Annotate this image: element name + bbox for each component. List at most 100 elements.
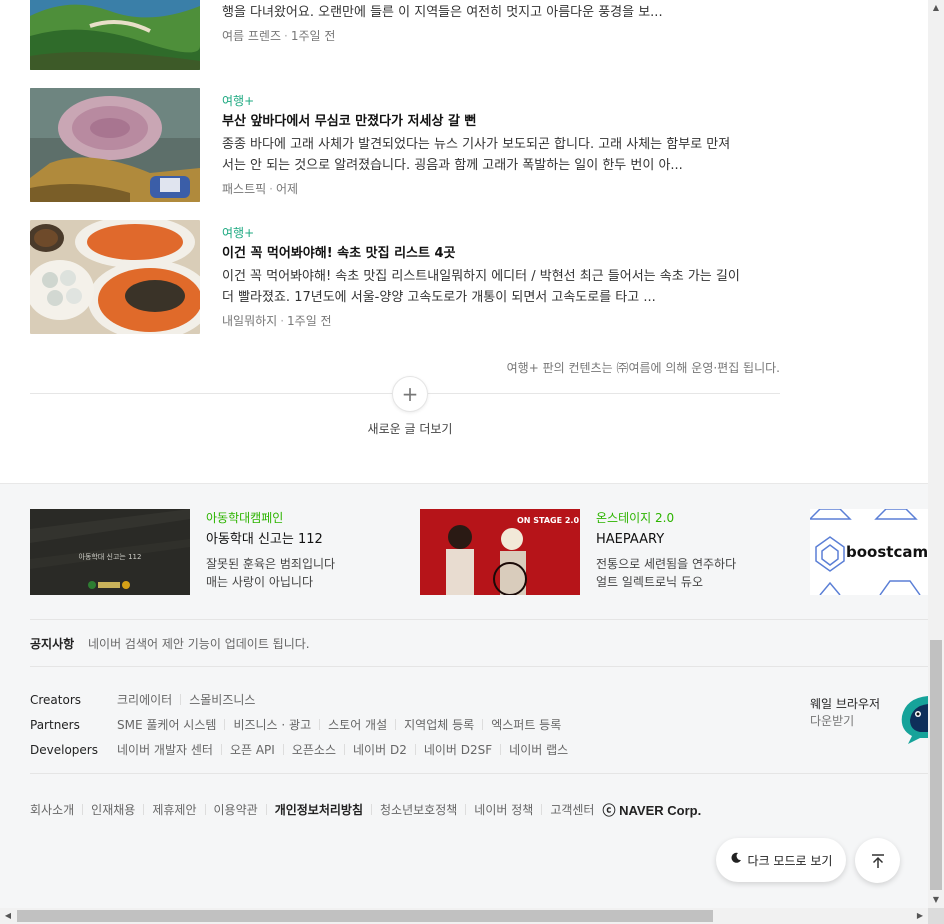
article-thumbnail[interactable]	[30, 0, 200, 70]
article-body: 여행+ 부산 앞바다에서 무심코 만졌다가 저세상 갈 뻔 종종 바다에 고래 …	[222, 88, 742, 197]
footer-link[interactable]: 고객센터	[550, 801, 594, 818]
onstage-logo-text: ON STAGE 2.0	[517, 516, 579, 525]
footer-link[interactable]: 크리에이터	[117, 691, 172, 708]
horizontal-scroll-thumb[interactable]	[17, 910, 713, 922]
article-category[interactable]: 여행+	[222, 225, 742, 241]
scroll-to-top-button[interactable]	[855, 838, 900, 883]
divider	[143, 804, 145, 815]
divider	[500, 744, 502, 755]
divider	[395, 719, 397, 730]
article-author[interactable]: 패스트픽	[222, 182, 266, 196]
footer-link[interactable]: 제휴제안	[152, 801, 196, 818]
divider	[265, 804, 267, 815]
promo-category: 온스테이지 2.0	[596, 511, 675, 525]
horizontal-scrollbar[interactable]: ◀ ▶	[0, 908, 928, 924]
footer-link[interactable]: 이용약관	[214, 801, 258, 818]
sokcho-food-image	[30, 220, 200, 334]
load-more-button[interactable]: +	[392, 376, 428, 412]
operation-notice: 여행+ 판의 컨텐츠는 ㈜여름에 의해 운영·편집 됩니다.	[506, 361, 780, 375]
footer-link[interactable]: 네이버 정책	[474, 801, 533, 818]
divider	[371, 804, 373, 815]
notice-label[interactable]: 공지사항	[30, 637, 74, 651]
link-row-creators: Creators 크리에이터 스몰비즈니스	[30, 687, 568, 712]
divider	[282, 744, 284, 755]
boostcamp-banner-image: boostcamp	[810, 509, 928, 595]
meta-separator: ·	[269, 182, 273, 196]
article-title[interactable]: 부산 앞바다에서 무심코 만졌다가 저세상 갈 뻔	[222, 113, 742, 131]
vertical-scrollbar[interactable]: ▲ ▼	[928, 0, 944, 908]
promo-card-onstage[interactable]: ON STAGE 2.0 온스테이지 2.0 HAEPAARY 전통으로 세련됨…	[420, 509, 800, 595]
scroll-down-arrow-icon[interactable]: ▼	[928, 892, 944, 908]
promo-image[interactable]: ON STAGE 2.0	[420, 509, 580, 595]
footer-link[interactable]: 엑스퍼트 등록	[491, 716, 561, 733]
article-title[interactable]: 이건 꼭 먹어봐야해! 속초 맛집 리스트 4곳	[222, 245, 742, 263]
load-more-label[interactable]: 새로운 글 더보기	[0, 420, 820, 437]
meta-separator: ·	[280, 314, 285, 328]
article-author[interactable]: 내일뭐하지	[222, 314, 277, 328]
article-thumbnail[interactable]	[30, 220, 200, 334]
footer-link[interactable]: 오픈 API	[230, 741, 275, 758]
footer-link[interactable]: 네이버 D2	[353, 741, 407, 758]
divider	[30, 666, 928, 667]
footer-link[interactable]: 청소년보호정책	[380, 801, 457, 818]
whale-download-link[interactable]: 웨일 브라우저 다운받기	[810, 696, 880, 730]
dark-mode-button[interactable]: 다크 모드로 보기	[716, 838, 846, 882]
footer-link[interactable]: 회사소개	[30, 801, 74, 818]
scroll-up-arrow-icon[interactable]: ▲	[928, 0, 944, 16]
article-thumbnail[interactable]	[30, 88, 200, 202]
whale-title[interactable]: 웨일 브라우저	[810, 696, 880, 713]
article-time: 1주일 전	[287, 314, 332, 328]
footer-link[interactable]: 네이버 개발자 센터	[117, 741, 213, 758]
footer-link[interactable]: 네이버 랩스	[509, 741, 568, 758]
article-author[interactable]: 여름 프렌즈	[222, 29, 281, 43]
divider	[482, 719, 484, 730]
article-card-1[interactable]: 안녕하세요. '쓰쓰유의 여행을 말하다' 입니다. 조금 이른 휴가를 맞아 …	[30, 0, 780, 70]
divider	[82, 804, 84, 815]
plus-icon: +	[401, 382, 419, 406]
promo-title: 아동학대 신고는 112	[206, 532, 323, 547]
footer-link[interactable]: 스토어 개설	[328, 716, 387, 733]
footer-link[interactable]: 네이버 D2SF	[424, 741, 492, 758]
article-description: 안녕하세요. '쓰쓰유의 여행을 말하다' 입니다. 조금 이른 휴가를 맞아 …	[222, 5, 663, 20]
footer-notice[interactable]: 공지사항 네이버 검색어 제안 기능이 업데이트 됩니다.	[30, 635, 310, 652]
article-card-2[interactable]: 여행+ 부산 앞바다에서 무심코 만졌다가 저세상 갈 뻔 종종 바다에 고래 …	[30, 88, 780, 202]
promo-description: 전통으로 세련됨을 연주하다 얼트 일렉트로닉 듀오	[596, 555, 796, 591]
article-body: 안녕하세요. '쓰쓰유의 여행을 말하다' 입니다. 조금 이른 휴가를 맞아 …	[222, 0, 742, 44]
whale-download-label[interactable]: 다운받기	[810, 713, 880, 730]
promo-desc-line: 전통으로 세련됨을 연주하다	[596, 557, 737, 571]
promo-image[interactable]: 아동학대 신고는 112	[30, 509, 190, 595]
scrollbar-corner	[928, 908, 944, 924]
promo-description: 잘못된 훈육은 범죄입니다 매는 사랑이 아닙니다	[206, 555, 406, 591]
divider	[319, 719, 321, 730]
footer-link[interactable]: 인재채용	[91, 801, 135, 818]
promo-card-boostcamp[interactable]: boostcamp	[810, 509, 928, 595]
article-meta: 내일뭐하지 · 1주일 전	[222, 313, 742, 329]
coastal-island-image	[30, 0, 200, 70]
page-viewport: 안녕하세요. '쓰쓰유의 여행을 말하다' 입니다. 조금 이른 휴가를 맞아 …	[0, 0, 928, 908]
footer-link[interactable]: 지역업체 등록	[404, 716, 474, 733]
footer-link[interactable]: 스몰비즈니스	[189, 691, 255, 708]
scroll-right-arrow-icon[interactable]: ▶	[912, 908, 928, 924]
notice-text[interactable]: 네이버 검색어 제안 기능이 업데이트 됩니다.	[88, 637, 310, 651]
vertical-scroll-thumb[interactable]	[930, 640, 942, 890]
promo-desc-line: 잘못된 훈육은 범죄입니다	[206, 557, 336, 571]
onstage-performers-image: ON STAGE 2.0	[420, 509, 580, 595]
article-category[interactable]: 여행+	[222, 93, 742, 109]
footer-link[interactable]: 비즈니스 · 광고	[233, 716, 311, 733]
footer-link-privacy[interactable]: 개인정보처리방침	[275, 801, 363, 818]
promo-image[interactable]: boostcamp	[810, 509, 928, 595]
arrow-up-icon	[871, 853, 884, 868]
footer-link[interactable]: 오픈소스	[292, 741, 336, 758]
whale-logo-icon[interactable]	[898, 694, 928, 744]
campaign-banner-image: 아동학대 신고는 112	[30, 509, 190, 595]
article-card-3[interactable]: 여행+ 이건 꼭 먹어봐야해! 속초 맛집 리스트 4곳 이건 꼭 먹어봐야해!…	[30, 220, 780, 334]
scroll-left-arrow-icon[interactable]: ◀	[0, 908, 16, 924]
meta-separator: ·	[284, 29, 288, 43]
footer-link-groups: Creators 크리에이터 스몰비즈니스 Partners SME 풀케어 시…	[30, 687, 568, 762]
footer-link[interactable]: SME 풀케어 시스템	[117, 716, 216, 733]
divider	[344, 744, 346, 755]
promo-card-child-abuse[interactable]: 아동학대 신고는 112 아동학대캠페인 아동학대 신고는 112 잘못된 훈육…	[30, 509, 410, 595]
copyright[interactable]: ⓒ NAVER Corp.	[602, 800, 701, 819]
article-meta: 패스트픽 · 어제	[222, 181, 742, 197]
moon-icon	[730, 852, 742, 868]
